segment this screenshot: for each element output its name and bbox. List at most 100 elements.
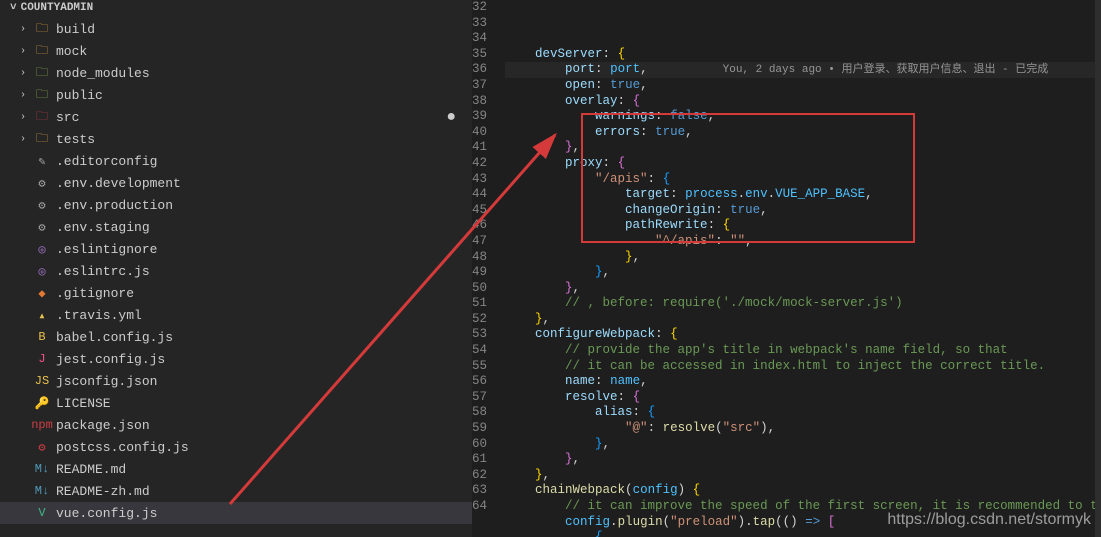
file-name-label: public — [56, 88, 103, 103]
code-line[interactable]: name: name, — [505, 374, 1101, 390]
line-number: 60 — [472, 437, 487, 453]
code-line[interactable]: // , before: require('./mock/mock-server… — [505, 296, 1101, 312]
file-item-readme-md[interactable]: M↓ README.md — [0, 458, 472, 480]
code-line[interactable]: target: process.env.VUE_APP_BASE, — [505, 187, 1101, 203]
file-item-babel-config-js[interactable]: Bbabel.config.js — [0, 326, 472, 348]
file-icon: 🔑 — [34, 395, 50, 411]
code-line[interactable]: }, — [505, 452, 1101, 468]
code-line[interactable]: overlay: { — [505, 94, 1101, 110]
file-item-vue-config-js[interactable]: Vvue.config.js — [0, 502, 472, 524]
file-name-label: build — [56, 22, 95, 37]
file-item--travis-yml[interactable]: ▴.travis.yml — [0, 304, 472, 326]
code-line[interactable]: configureWebpack: { — [505, 327, 1101, 343]
file-icon: V — [34, 505, 50, 521]
file-item--editorconfig[interactable]: ✎ .editorconfig — [0, 150, 472, 172]
file-name-label: README-zh.md — [56, 484, 150, 499]
file-item-readme-zh-md[interactable]: M↓README-zh.md — [0, 480, 472, 502]
folder-item-node-modules[interactable]: ›🗀node_modules — [0, 62, 472, 84]
line-number: 64 — [472, 499, 487, 515]
folder-icon: 🗀 — [34, 109, 50, 125]
folder-item-src[interactable]: ›🗀src● — [0, 106, 472, 128]
file-tree: ›🗀build›🗀mock›🗀node_modules›🗀public›🗀src… — [0, 16, 472, 526]
code-line[interactable]: changeOrigin: true, — [505, 203, 1101, 219]
code-line[interactable]: }, — [505, 250, 1101, 266]
code-line[interactable]: }, — [505, 281, 1101, 297]
file-item--eslintrc-js[interactable]: ◎.eslintrc.js — [0, 260, 472, 282]
folder-icon: 🗀 — [34, 43, 50, 59]
line-number: 33 — [472, 16, 487, 32]
project-title: COUNTYADMIN — [21, 2, 94, 14]
file-icon: J — [34, 351, 50, 367]
code-line[interactable]: port: port, You, 2 days ago • 用户登录、获取用户信… — [505, 62, 1101, 78]
file-icon: B — [34, 329, 50, 345]
code-line[interactable]: open: true, — [505, 78, 1101, 94]
code-line[interactable]: errors: true, — [505, 125, 1101, 141]
file-name-label: README.md — [56, 462, 126, 477]
code-line[interactable]: proxy: { — [505, 156, 1101, 172]
file-name-label: postcss.config.js — [56, 440, 189, 455]
code-line[interactable]: "^/apis": "", — [505, 234, 1101, 250]
file-name-label: .eslintignore — [56, 242, 157, 257]
file-icon: M↓ — [34, 461, 50, 477]
file-item--env-staging[interactable]: ⚙.env.staging — [0, 216, 472, 238]
file-name-label: LICENSE — [56, 396, 111, 411]
file-item-jest-config-js[interactable]: Jjest.config.js — [0, 348, 472, 370]
file-item--env-development[interactable]: ⚙.env.development — [0, 172, 472, 194]
code-line[interactable]: { — [505, 530, 1101, 537]
file-item--env-production[interactable]: ⚙.env.production — [0, 194, 472, 216]
code-editor[interactable]: 3233343536373839404142434445464748495051… — [472, 0, 1101, 537]
folder-item-tests[interactable]: ›🗀 tests — [0, 128, 472, 150]
line-number: 40 — [472, 125, 487, 141]
line-number: 63 — [472, 483, 487, 499]
folder-icon: 🗀 — [34, 65, 50, 81]
minimap-scrollbar[interactable] — [1095, 0, 1101, 537]
chevron-right-icon: › — [20, 134, 32, 145]
code-line[interactable]: chainWebpack(config) { — [505, 483, 1101, 499]
folder-item-mock[interactable]: ›🗀mock — [0, 40, 472, 62]
file-item-package-json[interactable]: npmpackage.json — [0, 414, 472, 436]
file-item--gitignore[interactable]: ◆.gitignore — [0, 282, 472, 304]
line-number: 39 — [472, 109, 487, 125]
file-item-jsconfig-json[interactable]: JSjsconfig.json — [0, 370, 472, 392]
line-number: 55 — [472, 359, 487, 375]
modified-indicator-icon: ● — [446, 108, 462, 126]
file-name-label: .editorconfig — [56, 154, 157, 169]
code-line[interactable]: pathRewrite: { — [505, 218, 1101, 234]
file-item-license[interactable]: 🔑 LICENSE — [0, 392, 472, 414]
file-icon: ▴ — [34, 307, 50, 323]
file-icon: ✎ — [34, 153, 50, 169]
code-line[interactable]: "/apis": { — [505, 172, 1101, 188]
chevron-right-icon: › — [20, 112, 32, 123]
file-item-postcss-config-js[interactable]: ⚙postcss.config.js — [0, 436, 472, 458]
line-number: 50 — [472, 281, 487, 297]
file-name-label: jsconfig.json — [56, 374, 157, 389]
file-name-label: tests — [56, 132, 95, 147]
code-line[interactable]: }, — [505, 468, 1101, 484]
file-name-label: mock — [56, 44, 87, 59]
line-number: 43 — [472, 172, 487, 188]
code-line[interactable]: "@": resolve("src"), — [505, 421, 1101, 437]
code-line[interactable]: // provide the app's title in webpack's … — [505, 343, 1101, 359]
file-icon: ◆ — [34, 285, 50, 301]
code-line[interactable]: }, — [505, 140, 1101, 156]
line-number: 42 — [472, 156, 487, 172]
code-line[interactable]: resolve: { — [505, 390, 1101, 406]
folder-item-build[interactable]: ›🗀build — [0, 18, 472, 40]
code-area[interactable]: devServer: { port: port, You, 2 days ago… — [505, 0, 1101, 537]
code-line[interactable]: alias: { — [505, 405, 1101, 421]
line-number: 56 — [472, 374, 487, 390]
line-number: 62 — [472, 468, 487, 484]
code-line[interactable]: }, — [505, 265, 1101, 281]
file-item--eslintignore[interactable]: ◎.eslintignore — [0, 238, 472, 260]
line-number: 57 — [472, 390, 487, 406]
explorer-header[interactable]: ˅ COUNTYADMIN — [0, 0, 472, 16]
line-number: 54 — [472, 343, 487, 359]
code-line[interactable]: }, — [505, 437, 1101, 453]
line-number: 52 — [472, 312, 487, 328]
folder-item-public[interactable]: ›🗀public — [0, 84, 472, 106]
code-line[interactable]: devServer: { — [505, 47, 1101, 63]
folder-icon: 🗀 — [34, 131, 50, 147]
code-line[interactable]: // it can be accessed in index.html to i… — [505, 359, 1101, 375]
code-line[interactable]: }, — [505, 312, 1101, 328]
code-line[interactable]: warnings: false, — [505, 109, 1101, 125]
